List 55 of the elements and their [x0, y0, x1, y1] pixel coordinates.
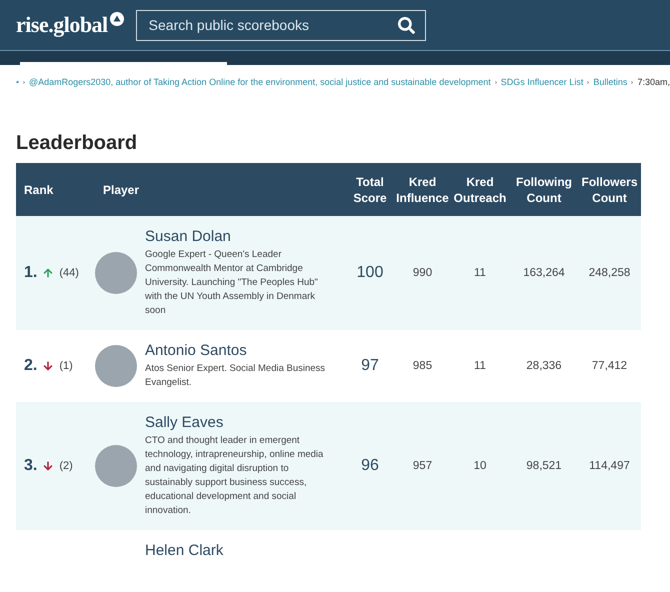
breadcrumb-link[interactable]: SDGs Influencer List: [500, 77, 584, 87]
player-name[interactable]: Sally Eaves: [145, 414, 337, 431]
chevron-right-icon: [631, 78, 634, 86]
kred-influence: 985: [412, 360, 434, 372]
rank-change: (2): [59, 460, 73, 472]
logo[interactable]: rise.global: [16, 12, 124, 38]
column-header: Followers Count: [580, 174, 638, 206]
search-icon[interactable]: [398, 16, 415, 34]
total-score: 97: [360, 357, 380, 375]
kred-outreach: 11: [473, 267, 487, 279]
player-bio: CTO and thought leader in emergent technology, intrapreneurship, online media and navigating digital disruption to sustainably support business success, educational development and social innovation.: [145, 434, 324, 518]
chevron-right-icon: [494, 78, 497, 86]
rank-change: (44): [59, 267, 79, 279]
followers-count: 114,497: [588, 460, 631, 472]
followers-count: 248,258: [588, 267, 632, 279]
breadcrumb-time: 7:30am,: [637, 77, 670, 87]
rank-number: 2.: [24, 357, 38, 375]
kred-outreach: 10: [472, 460, 488, 472]
column-header: Total Score: [352, 174, 388, 206]
player-bio: Atos Senior Expert. Social Media Business Evangelist.: [145, 362, 326, 390]
search-input[interactable]: Search public scorebooks: [146, 16, 398, 34]
arrow-down-icon: [43, 361, 54, 371]
following-count: 163,264: [522, 267, 566, 279]
player-name[interactable]: Helen Clark: [145, 542, 224, 559]
page-title: Leaderboard: [16, 132, 138, 155]
column-header: Player: [102, 182, 140, 198]
kred-outreach: 11: [473, 360, 487, 372]
chevron-right-icon: [22, 78, 25, 86]
player-name[interactable]: Antonio Santos: [145, 342, 337, 359]
triangle-circle-icon: [110, 12, 124, 26]
column-header: Following Count: [515, 174, 573, 206]
breadcrumb-link[interactable]: @AdamRogers2030, author of Taking Action Online for the environment, social justice and sustainable development: [28, 77, 491, 87]
rank-change: (1): [59, 360, 73, 372]
following-count: 98,521: [525, 460, 563, 472]
arrow-up-icon: [43, 268, 54, 278]
column-header: Rank: [23, 182, 54, 198]
breadcrumb-link[interactable]: Bulletins: [593, 77, 628, 87]
player-bio: Google Expert - Queen's Leader Commonwealth Mentor at Cambridge University. Launching "The Peoples Hub" with the UN Youth Assembly in Denmark soon: [145, 248, 319, 318]
kred-influence: 957: [412, 460, 434, 472]
total-score: 100: [356, 264, 384, 282]
kred-influence: 990: [412, 267, 434, 279]
total-score: 96: [360, 457, 380, 475]
avatar: [95, 345, 137, 387]
following-count: 28,336: [525, 360, 563, 372]
rank-number: 3.: [24, 457, 38, 475]
column-header: Kred Influence: [395, 174, 450, 206]
player-name[interactable]: Susan Dolan: [145, 228, 337, 245]
arrow-down-icon: [43, 461, 54, 471]
column-header: Kred Outreach: [452, 174, 508, 206]
chevron-right-icon: [587, 78, 590, 86]
search-field[interactable]: Search public scorebooks: [136, 10, 426, 40]
avatar: [95, 252, 137, 294]
avatar: [95, 445, 137, 487]
followers-count: 77,412: [590, 360, 628, 372]
rank-number: 1.: [24, 264, 38, 282]
